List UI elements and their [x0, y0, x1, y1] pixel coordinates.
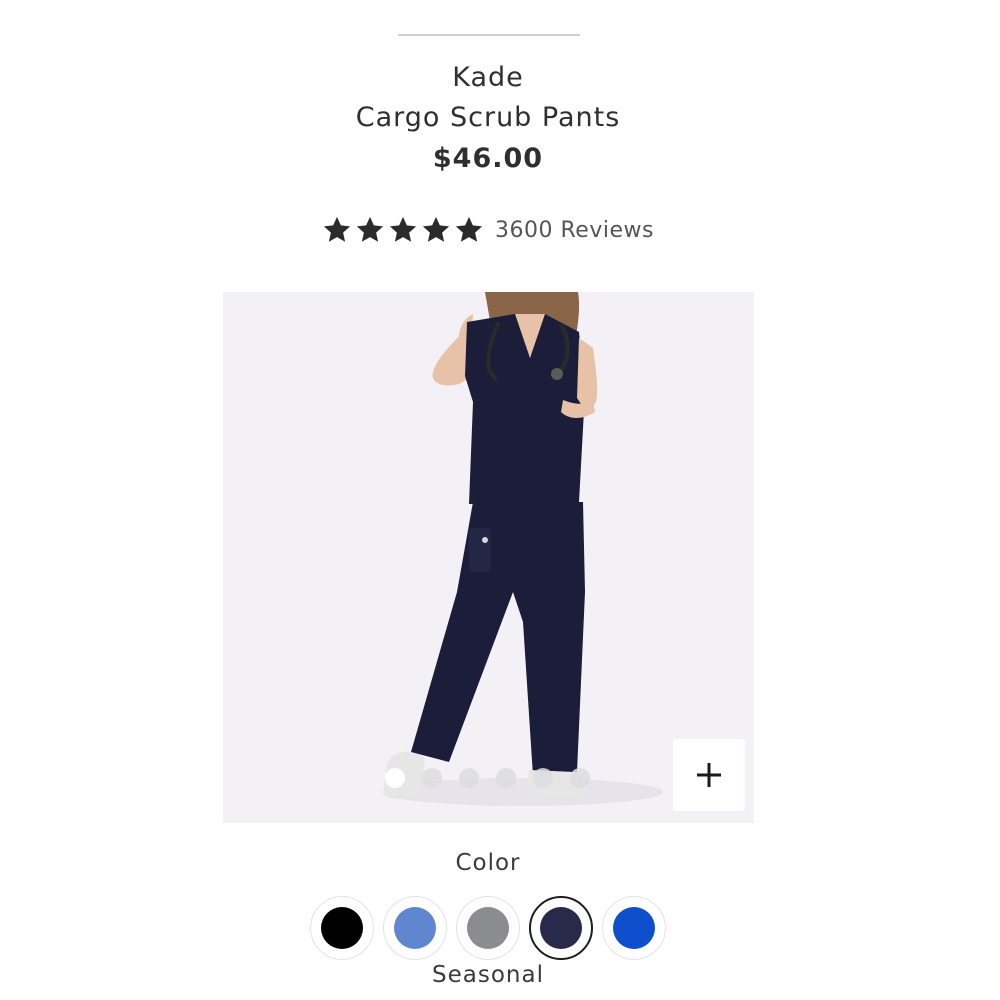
product-price: $46.00 — [432, 143, 544, 174]
star-icon — [422, 216, 450, 242]
carousel-indicators — [385, 768, 607, 788]
color-swatch[interactable] — [602, 896, 666, 960]
divider — [398, 34, 580, 36]
star-icon — [356, 216, 384, 242]
product-brand: Kade — [452, 62, 524, 93]
product-image-gallery[interactable] — [223, 292, 754, 823]
carousel-dot[interactable] — [459, 768, 479, 788]
color-swatch[interactable] — [383, 896, 447, 960]
carousel-dot[interactable] — [385, 768, 405, 788]
star-icon — [455, 216, 483, 242]
zoom-button[interactable] — [673, 739, 745, 811]
reviews-link[interactable]: 3600 Reviews — [495, 218, 654, 243]
product-page: Kade Cargo Scrub Pants $46.00 3600 Revie… — [0, 0, 1000, 1000]
star-rating — [322, 215, 487, 245]
swatch-color-fill — [394, 907, 436, 949]
seasonal-label: Seasonal — [432, 962, 544, 988]
color-swatch[interactable] — [529, 896, 593, 960]
star-icon — [389, 216, 417, 242]
carousel-dot[interactable] — [533, 768, 553, 788]
rating-summary: 3600 Reviews — [322, 210, 654, 250]
plus-icon — [697, 763, 721, 787]
color-swatch[interactable] — [310, 896, 374, 960]
product-header: Kade Cargo Scrub Pants $46.00 — [0, 58, 976, 180]
color-swatch-list — [310, 896, 675, 960]
carousel-dot[interactable] — [496, 768, 516, 788]
product-title: Cargo Scrub Pants — [355, 102, 621, 133]
color-label: Color — [455, 850, 521, 876]
carousel-dot[interactable] — [422, 768, 442, 788]
star-icon — [323, 216, 351, 242]
swatch-color-fill — [540, 907, 582, 949]
carousel-dot[interactable] — [570, 768, 590, 788]
color-swatch[interactable] — [456, 896, 520, 960]
swatch-color-fill — [613, 907, 655, 949]
swatch-color-fill — [321, 907, 363, 949]
swatch-color-fill — [467, 907, 509, 949]
